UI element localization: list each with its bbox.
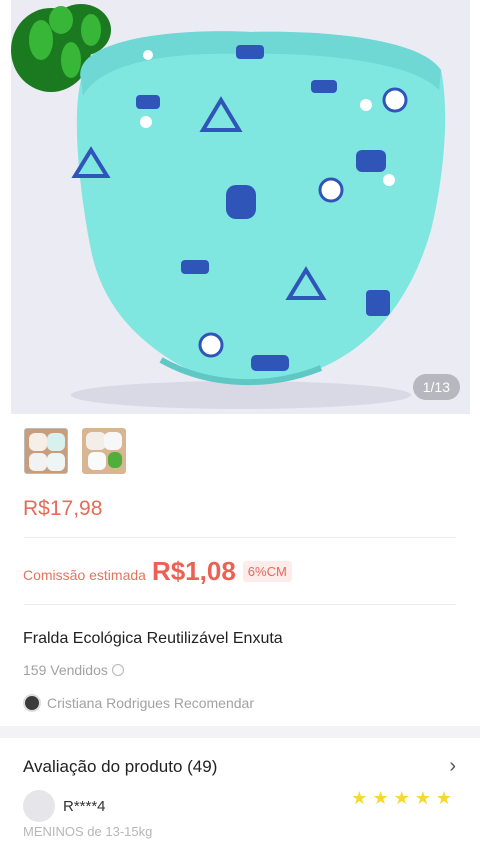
section-gap bbox=[0, 726, 480, 738]
chevron-right-icon[interactable]: › bbox=[449, 755, 456, 778]
divider bbox=[24, 604, 456, 605]
product-image[interactable]: 1/13 bbox=[11, 0, 470, 414]
commission-rate-badge: 6%CM bbox=[242, 561, 292, 582]
thumbnail-1[interactable] bbox=[24, 428, 68, 474]
product-title: Fralda Ecológica Reutilizável Enxuta bbox=[23, 630, 283, 647]
product-price: R$17,98 bbox=[23, 497, 103, 520]
star-icon: ★ bbox=[372, 788, 389, 808]
review-variant: MENINOS de 13-15kg bbox=[23, 824, 153, 839]
sold-count: 159 Vendidos bbox=[23, 662, 108, 678]
star-icon: ★ bbox=[414, 788, 431, 808]
thumbnail-strip bbox=[24, 428, 126, 474]
reviewer: R****4 bbox=[23, 790, 106, 822]
reviews-title: Avaliação do produto (49) bbox=[23, 756, 218, 776]
commission-row: Comissão estimada R$1,08 6%CM bbox=[23, 556, 292, 587]
reviewer-avatar bbox=[23, 790, 55, 822]
reviews-header[interactable]: Avaliação do produto (49) › bbox=[23, 755, 456, 778]
star-icon: ★ bbox=[435, 788, 452, 808]
recommender-avatar bbox=[23, 694, 41, 712]
clock-icon[interactable] bbox=[111, 664, 124, 676]
thumbnail-2[interactable] bbox=[82, 428, 126, 474]
star-icon: ★ bbox=[351, 788, 368, 808]
image-counter: 1/13 bbox=[412, 374, 460, 400]
product-page: 1/13 R$17,98 Comissão estimada R$1,08 6%… bbox=[0, 0, 480, 854]
star-icon: ★ bbox=[393, 788, 410, 808]
diaper-illustration bbox=[11, 0, 470, 414]
rating-stars: ★ ★ ★ ★ ★ bbox=[351, 788, 452, 809]
commission-amount: R$1,08 bbox=[151, 556, 236, 586]
divider bbox=[24, 537, 456, 538]
recommend-text: Cristiana Rodrigues Recomendar bbox=[47, 695, 254, 711]
recommendation-row[interactable]: Cristiana Rodrigues Recomendar bbox=[23, 694, 254, 712]
reviewer-name: R****4 bbox=[63, 797, 106, 815]
commission-label: Comissão estimada bbox=[23, 566, 146, 583]
sold-count-row: 159 Vendidos bbox=[23, 662, 124, 678]
